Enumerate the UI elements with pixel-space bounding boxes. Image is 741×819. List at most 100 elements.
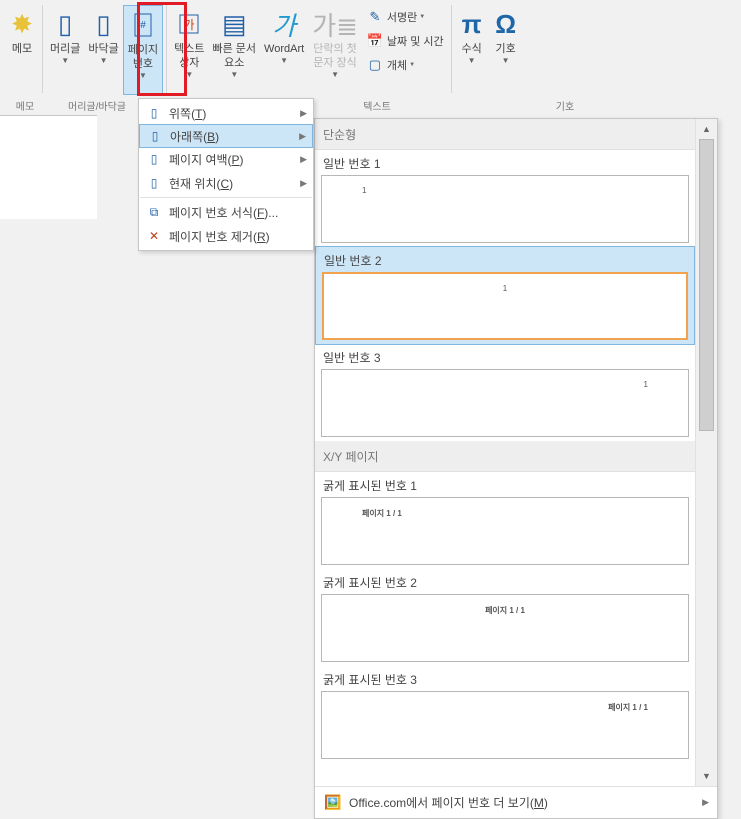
signature-icon: ✎	[366, 9, 384, 25]
page-icon: ▯	[145, 152, 163, 166]
memo-icon: ✸	[11, 7, 33, 41]
gallery-item-title: 굵게 표시된 번호 2	[321, 574, 689, 594]
submenu-arrow-icon: ▶	[300, 108, 307, 119]
quick-parts-button[interactable]: ▤ 빠른 문서 요소 ▼	[209, 5, 261, 95]
gallery-item-title: 굵게 표시된 번호 3	[321, 671, 689, 691]
submenu-arrow-icon: ▶	[300, 154, 307, 165]
ribbon: ✸ 메모 ▯ 머리글 ▼ ▯ 바닥글 ▼ # 페이지 번호 ▼ 가 텍스트 상자…	[0, 0, 741, 115]
gallery-item-title: 일반 번호 1	[321, 155, 689, 175]
menu-item-top[interactable]: ▯ 위쪽(T) ▶	[139, 101, 313, 125]
equation-button[interactable]: π 수식 ▼	[455, 5, 489, 95]
pi-icon: π	[462, 7, 482, 41]
quick-parts-icon: ▤	[222, 7, 247, 41]
wordart-icon: 가	[272, 7, 296, 41]
page-number-icon: #	[133, 8, 153, 42]
document-area	[0, 115, 97, 219]
menu-item-margin[interactable]: ▯ 페이지 여백(P) ▶	[139, 147, 313, 171]
separator	[42, 5, 43, 93]
textbox-icon: 가	[178, 7, 200, 41]
menu-item-bottom[interactable]: ▯ 아래쪽(B) ▶	[139, 124, 313, 148]
object-icon: ▢	[366, 57, 384, 73]
separator	[166, 5, 167, 93]
group-label-memo: 메모	[10, 98, 40, 113]
group-label-hf: 머리글/바닥글	[52, 98, 142, 113]
menu-label: 위쪽(T)	[169, 105, 206, 122]
page-number-gallery: 단순형 일반 번호 1 1 일반 번호 2 1 일반 번호 3 1 X/Y 페이…	[314, 118, 718, 819]
page-icon: ▯	[145, 106, 163, 120]
scroll-thumb[interactable]	[699, 139, 714, 431]
gallery-item-plain-1[interactable]: 일반 번호 1 1	[315, 150, 695, 247]
preview-number: 페이지 1 / 1	[362, 508, 402, 519]
calendar-icon: 📅	[366, 33, 384, 49]
preview: 1	[321, 369, 689, 437]
symbol-button[interactable]: Ω 기호 ▼	[489, 5, 523, 95]
page-number-menu: ▯ 위쪽(T) ▶ ▯ 아래쪽(B) ▶ ▯ 페이지 여백(P) ▶ ▯ 현재 …	[138, 98, 314, 251]
preview-number: 페이지 1 / 1	[485, 605, 525, 616]
preview: 페이지 1 / 1	[321, 691, 689, 759]
page-number-button[interactable]: # 페이지 번호 ▼	[123, 5, 163, 95]
header-button[interactable]: ▯ 머리글 ▼	[46, 5, 84, 95]
preview-number: 1	[503, 284, 507, 293]
gallery-item-title: 일반 번호 3	[321, 349, 689, 369]
date-time-button[interactable]: 📅 날짜 및 시간	[366, 31, 444, 51]
preview: 1	[321, 175, 689, 243]
group-label-text: 텍스트	[352, 98, 402, 113]
scrollbar[interactable]: ▲ ▼	[695, 119, 717, 786]
page-icon: ▯	[145, 176, 163, 190]
menu-separator	[140, 197, 312, 198]
svg-text:가: 가	[184, 18, 195, 32]
gallery-item-title: 일반 번호 2	[322, 252, 688, 272]
preview-number: 1	[644, 380, 648, 389]
drop-cap-icon: 가≣	[312, 7, 358, 41]
submenu-arrow-icon: ▶	[299, 131, 306, 142]
gallery-item-title: 굵게 표시된 번호 1	[321, 477, 689, 497]
menu-label: 페이지 번호 서식(F)...	[169, 204, 278, 221]
preview-number: 페이지 1 / 1	[608, 702, 648, 713]
gallery-item-bold-2[interactable]: 굵게 표시된 번호 2 페이지 1 / 1	[315, 569, 695, 666]
menu-label: 페이지 번호 제거(R)	[169, 228, 270, 245]
object-button[interactable]: ▢ 개체 ▼	[366, 55, 444, 75]
scroll-up-icon[interactable]: ▲	[696, 119, 717, 139]
gallery-body: 단순형 일반 번호 1 1 일반 번호 2 1 일반 번호 3 1 X/Y 페이…	[315, 119, 695, 786]
menu-item-current[interactable]: ▯ 현재 위치(C) ▶	[139, 171, 313, 195]
group-label-sym: 기호	[540, 98, 590, 113]
format-icon: ⧉	[145, 205, 163, 220]
gallery-section-header: X/Y 페이지	[315, 441, 695, 472]
preview: 페이지 1 / 1	[321, 497, 689, 565]
object-label: 개체	[387, 57, 407, 73]
preview: 1	[322, 272, 688, 340]
preview-number: 1	[362, 186, 366, 195]
svg-text:#: #	[140, 20, 146, 31]
omega-icon: Ω	[495, 7, 516, 41]
office-icon: 🖼️	[323, 794, 343, 811]
scroll-down-icon[interactable]: ▼	[696, 766, 717, 786]
signature-label: 서명란	[387, 9, 417, 25]
date-time-label: 날짜 및 시간	[387, 33, 444, 49]
menu-item-format[interactable]: ⧉ 페이지 번호 서식(F)...	[139, 200, 313, 224]
separator	[451, 5, 452, 93]
preview: 페이지 1 / 1	[321, 594, 689, 662]
submenu-arrow-icon: ▶	[300, 178, 307, 189]
memo-button[interactable]: ✸ 메모	[5, 5, 39, 95]
page-icon: ▯	[96, 7, 110, 41]
menu-label: 페이지 여백(P)	[169, 151, 244, 168]
menu-label: 현재 위치(C)	[169, 175, 233, 192]
menu-item-remove[interactable]: ✕ 페이지 번호 제거(R)	[139, 224, 313, 248]
menu-label: 아래쪽(B)	[170, 128, 219, 145]
gallery-footer-label: Office.com에서 페이지 번호 더 보기(M)	[349, 794, 548, 811]
gallery-item-plain-3[interactable]: 일반 번호 3 1	[315, 344, 695, 441]
gallery-footer-more[interactable]: 🖼️ Office.com에서 페이지 번호 더 보기(M) ▶	[315, 786, 717, 818]
footer-button[interactable]: ▯ 바닥글 ▼	[84, 5, 122, 95]
gallery-section-header: 단순형	[315, 119, 695, 150]
gallery-item-bold-3[interactable]: 굵게 표시된 번호 3 페이지 1 / 1	[315, 666, 695, 763]
textbox-button[interactable]: 가 텍스트 상자 ▼	[170, 5, 208, 95]
page-icon: ▯	[146, 129, 164, 143]
text-small-group: ✎ 서명란 ▼ 📅 날짜 및 시간 ▢ 개체 ▼	[362, 5, 448, 77]
submenu-arrow-icon: ▶	[702, 797, 709, 808]
signature-button[interactable]: ✎ 서명란 ▼	[366, 7, 444, 27]
remove-icon: ✕	[145, 229, 163, 243]
drop-cap-button: 가≣ 단락의 첫 문자 장식 ▼	[308, 5, 362, 95]
gallery-item-bold-1[interactable]: 굵게 표시된 번호 1 페이지 1 / 1	[315, 472, 695, 569]
wordart-button[interactable]: 가 WordArt ▼	[260, 5, 308, 95]
gallery-item-plain-2[interactable]: 일반 번호 2 1	[315, 246, 695, 345]
